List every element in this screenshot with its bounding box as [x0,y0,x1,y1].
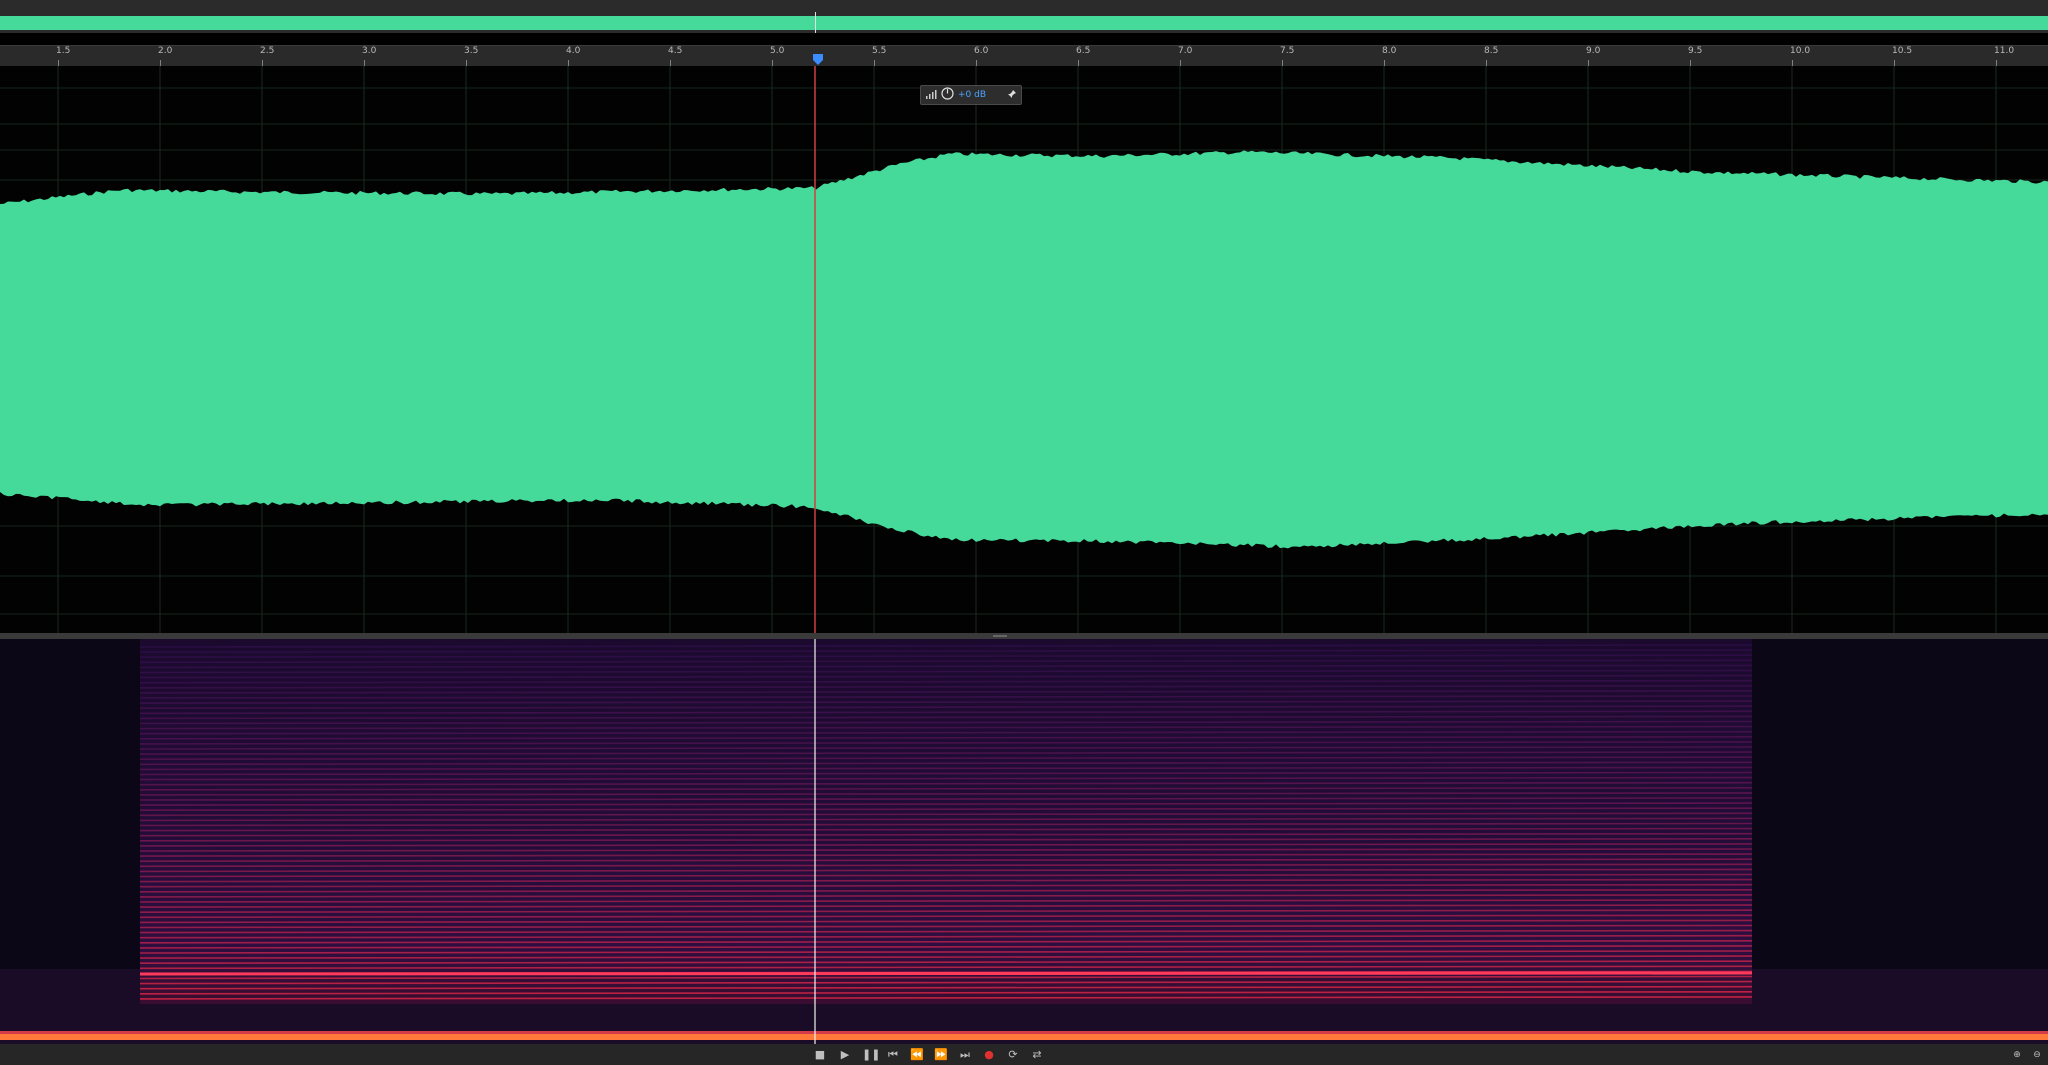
fast-forward-icon[interactable]: ⏩ [934,1048,948,1062]
gain-value[interactable]: +0 dB [958,90,986,100]
ruler-tick-label: 5.5 [872,46,887,56]
ruler-tick-label: 11.0 [1994,46,2015,56]
knob-icon[interactable] [941,87,954,103]
level-meter-icon [925,88,937,103]
rewind-icon[interactable]: ⏪ [910,1048,924,1062]
ruler-tick-label: 7.5 [1280,46,1295,56]
overview-playhead-marker [815,12,816,33]
spectrogram-low-band-edge [0,1031,2048,1034]
ruler-tick-label: 2.0 [158,46,173,56]
ruler-tick-label: 6.0 [974,46,989,56]
play-icon[interactable]: ▶ [838,1048,852,1062]
ruler-tick-label: 10.5 [1892,46,1913,56]
ruler-tick-label: 7.0 [1178,46,1193,56]
time-ruler[interactable]: 1.5 2.0 2.5 3.0 3.5 4.0 4.5 5.0 5.5 6.0 6.5 7.0 7.5 8… [0,45,2048,67]
spectral-frequency-display[interactable] [0,639,2048,1044]
ruler-tick-label: 4.0 [566,46,581,56]
spectrogram-signal-region [140,639,1752,1004]
skip-selection-icon[interactable]: ⇄ [1030,1048,1044,1062]
ruler-tick-label: 8.0 [1382,46,1397,56]
ruler-tick-label: 8.5 [1484,46,1499,56]
go-to-start-icon[interactable]: ⏮ [886,1048,900,1062]
transport-bar [0,1044,2048,1065]
fundamental-band [139,971,1753,976]
splitter-grip-icon [993,635,1007,637]
ruler-tick-label: 5.0 [770,46,785,56]
playhead-handle-icon[interactable] [813,54,823,66]
zoom-in-icon[interactable]: ⊕ [2010,1048,2024,1062]
hud-gain-control[interactable]: +0 dB [920,85,1022,105]
waveform-display[interactable] [0,66,2048,633]
ruler-tick-label: 9.5 [1688,46,1703,56]
waveform-overview-bar[interactable] [0,16,2048,30]
loop-icon[interactable]: ⟳ [1006,1048,1020,1062]
spectrogram-low-band [0,1034,2048,1040]
ruler-tick-label: 1.5 [56,46,71,56]
spectrogram[interactable] [0,639,2048,1044]
ruler-tick-label: 4.5 [668,46,683,56]
go-to-end-icon[interactable]: ⏭ [958,1048,972,1062]
pause-icon[interactable]: ❚❚ [862,1048,880,1062]
ruler-tick-label: 2.5 [260,46,275,56]
record-icon[interactable]: ● [982,1048,996,1062]
waveform-amplitude [0,150,2048,549]
ruler-tick-label: 10.0 [1790,46,1811,56]
stop-icon[interactable]: ■ [813,1048,827,1062]
ruler-tick-label: 6.5 [1076,46,1091,56]
ruler-tick-label: 9.0 [1586,46,1601,56]
pin-icon[interactable] [1007,89,1017,102]
zoom-out-icon[interactable]: ⊖ [2030,1048,2044,1062]
ruler-tick-label: 3.5 [464,46,479,56]
waveform-panel[interactable] [0,66,2048,633]
ruler-tick-label: 3.0 [362,46,377,56]
